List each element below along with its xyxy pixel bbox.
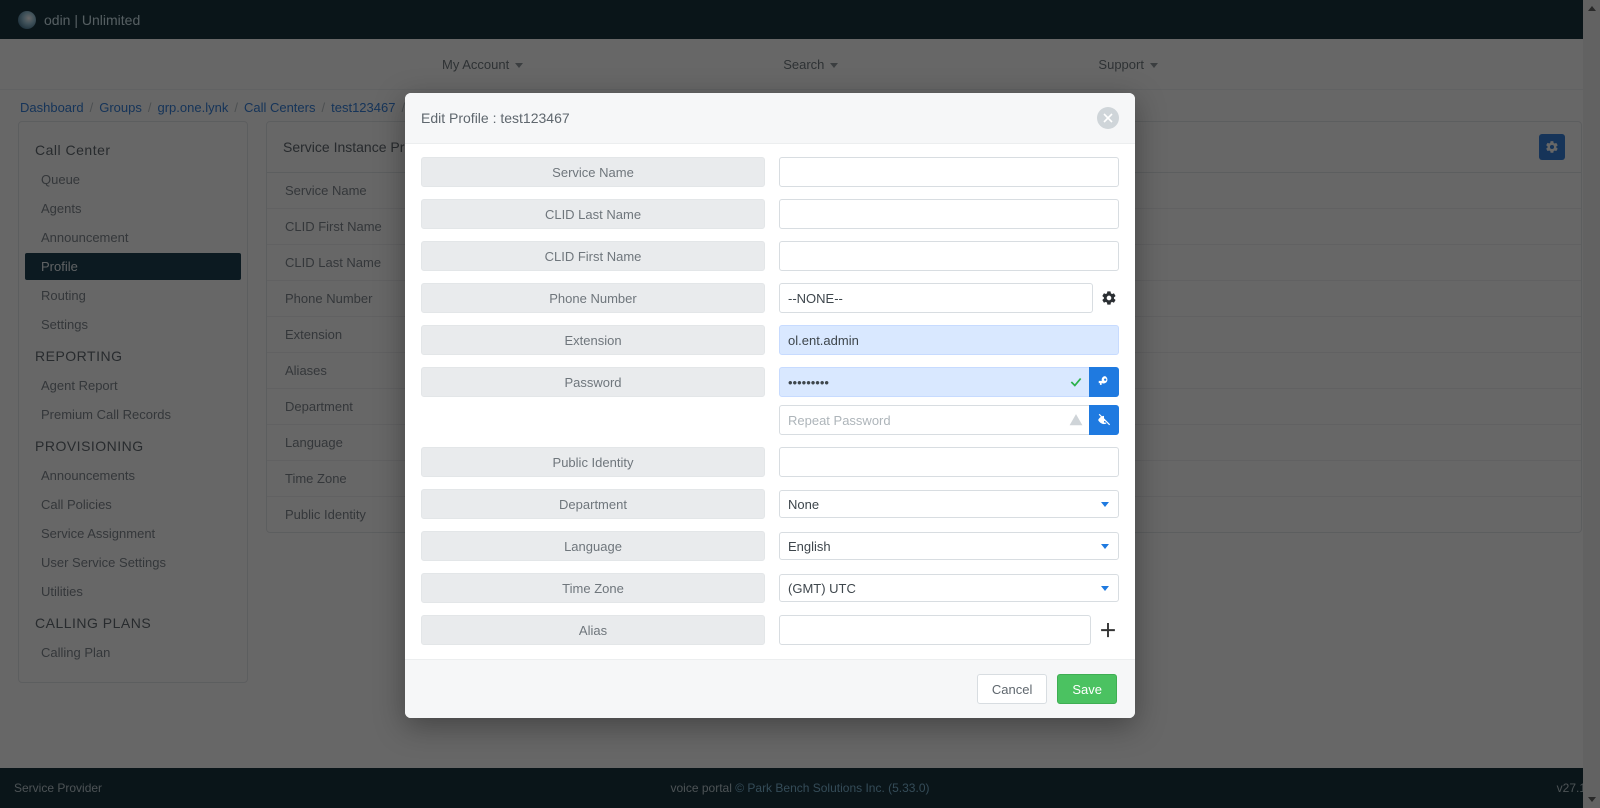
key-icon <box>1097 375 1111 389</box>
check-icon <box>1063 375 1089 389</box>
input-clid-first[interactable] <box>779 241 1119 271</box>
modal-body: Service Name CLID Last Name CLID First N… <box>405 144 1135 659</box>
modal-footer: Cancel Save <box>405 659 1135 718</box>
label-alias: Alias <box>421 615 765 645</box>
add-alias-button[interactable]: ＋ <box>1097 617 1119 643</box>
input-public-identity[interactable] <box>779 447 1119 477</box>
eye-off-icon <box>1097 413 1111 427</box>
show-password-button[interactable] <box>1089 405 1119 435</box>
label-phone: Phone Number <box>421 283 765 313</box>
phone-settings-button[interactable] <box>1099 284 1119 312</box>
select-department[interactable]: None <box>779 490 1119 518</box>
label-department: Department <box>421 489 765 519</box>
label-public-identity: Public Identity <box>421 447 765 477</box>
input-clid-last[interactable] <box>779 199 1119 229</box>
input-repeat-password[interactable] <box>779 405 1091 435</box>
input-password[interactable] <box>779 367 1091 397</box>
input-alias[interactable] <box>779 615 1091 645</box>
select-timezone[interactable]: (GMT) UTC <box>779 574 1119 602</box>
cancel-button[interactable]: Cancel <box>977 674 1047 704</box>
input-phone[interactable] <box>779 283 1093 313</box>
label-language: Language <box>421 531 765 561</box>
label-password: Password <box>421 367 765 397</box>
generate-password-button[interactable] <box>1089 367 1119 397</box>
modal-title: Edit Profile : test123467 <box>421 110 570 126</box>
warning-icon <box>1063 413 1089 427</box>
select-language[interactable]: English <box>779 532 1119 560</box>
gear-icon <box>1101 290 1117 306</box>
close-icon <box>1103 113 1113 123</box>
label-clid-last: CLID Last Name <box>421 199 765 229</box>
edit-profile-modal: Edit Profile : test123467 Service Name C… <box>405 93 1135 718</box>
label-extension: Extension <box>421 325 765 355</box>
input-service-name[interactable] <box>779 157 1119 187</box>
label-service-name: Service Name <box>421 157 765 187</box>
label-clid-first: CLID First Name <box>421 241 765 271</box>
save-button[interactable]: Save <box>1057 674 1117 704</box>
modal-close-button[interactable] <box>1097 107 1119 129</box>
label-timezone: Time Zone <box>421 573 765 603</box>
input-extension[interactable] <box>779 325 1119 355</box>
